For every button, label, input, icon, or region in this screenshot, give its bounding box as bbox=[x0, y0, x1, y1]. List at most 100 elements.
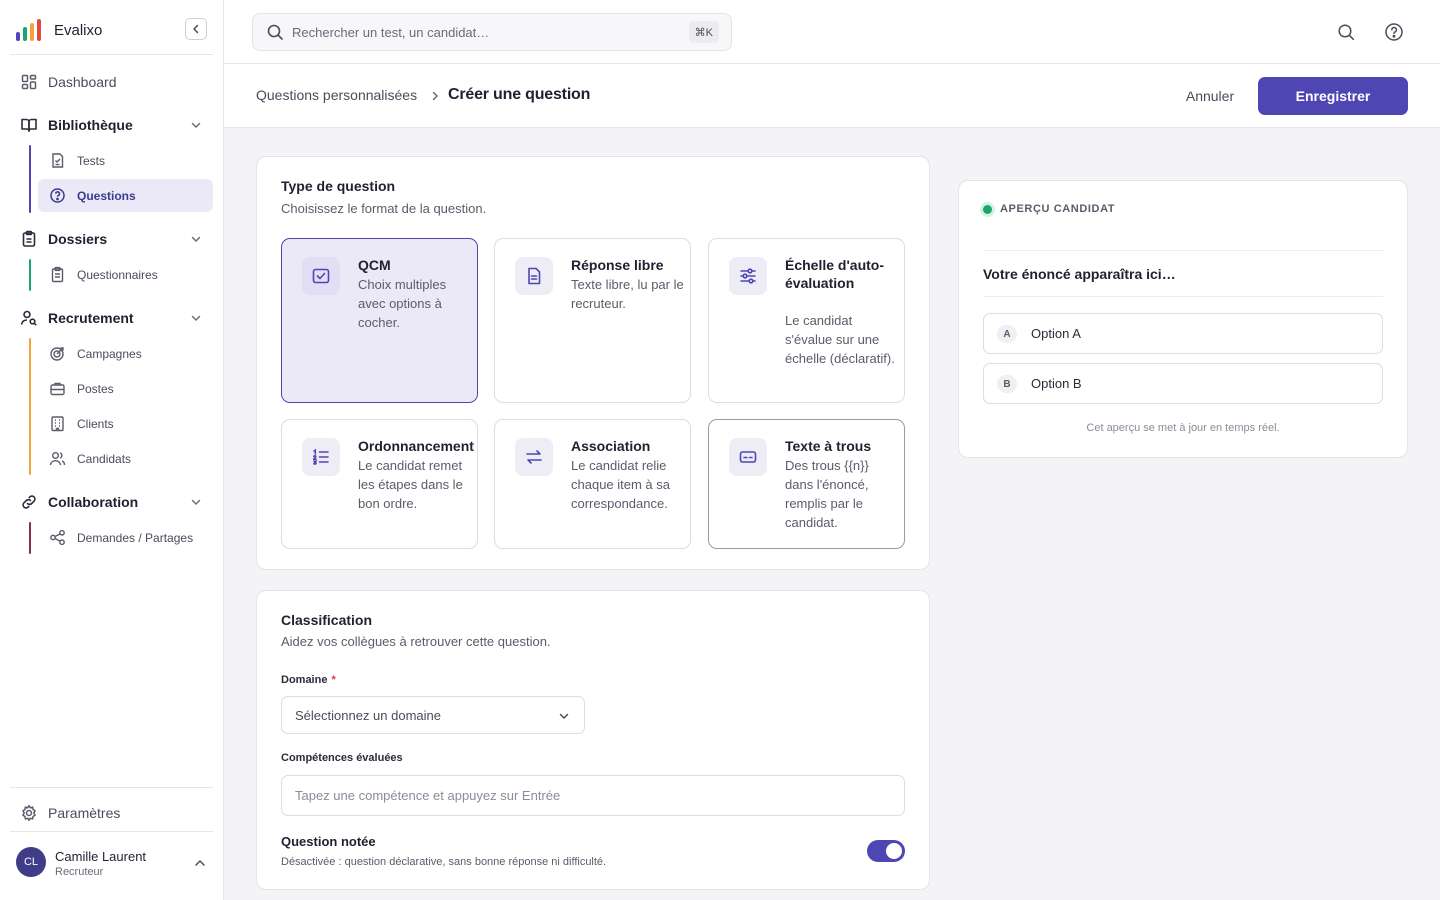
search-bar[interactable]: ⌘K bbox=[252, 13, 732, 51]
type-description: Texte libre, lu par le recruteur. bbox=[571, 277, 684, 311]
briefcase-icon bbox=[50, 382, 65, 396]
checklist-doc-icon bbox=[52, 153, 64, 168]
classification-card: Classification Aidez vos collègues à ret… bbox=[256, 590, 930, 890]
sidebar-item-label: Candidats bbox=[77, 451, 132, 466]
type-title: Ordonnancement bbox=[358, 438, 474, 454]
group-accent-line bbox=[29, 145, 31, 213]
search-icon bbox=[267, 24, 283, 40]
section-title: Classification bbox=[281, 612, 373, 628]
nav-group-recrutement[interactable]: Recrutement bbox=[10, 303, 213, 333]
sidebar-item-campagnes[interactable]: Campagnes bbox=[38, 337, 213, 370]
type-title: Réponse libre bbox=[571, 257, 664, 273]
nav-group-label: Bibliothèque bbox=[48, 117, 133, 133]
brand-name: Evalixo bbox=[54, 21, 103, 39]
clipboard-icon bbox=[22, 230, 36, 247]
user-menu[interactable]: CL Camille Laurent Recruteur bbox=[16, 846, 212, 880]
type-option-association[interactable]: Association Le candidat relie chaque ite… bbox=[494, 419, 691, 549]
divider bbox=[983, 296, 1383, 297]
option-letter: B bbox=[997, 375, 1017, 393]
target-icon bbox=[50, 347, 64, 361]
type-option-reponse-libre[interactable]: Réponse libre Texte libre, lu par le rec… bbox=[494, 238, 691, 403]
type-description: Le candidat remet les étapes dans le bon… bbox=[358, 458, 463, 511]
sidebar-item-postes[interactable]: Postes bbox=[38, 372, 213, 405]
type-option-ordonnancement[interactable]: Ordonnancement Le candidat remet les éta… bbox=[281, 419, 478, 549]
nav-group-dossiers[interactable]: Dossiers bbox=[10, 224, 213, 254]
sidebar: Evalixo Dashboard Bibliothèque Tests Que… bbox=[0, 0, 224, 900]
divider bbox=[10, 787, 213, 788]
chevron-down-icon bbox=[191, 499, 201, 506]
collapse-sidebar-button[interactable] bbox=[185, 18, 207, 40]
checkbox-icon bbox=[302, 257, 340, 295]
divider bbox=[983, 250, 1383, 251]
search-input[interactable] bbox=[292, 24, 672, 40]
type-title: Texte à trous bbox=[785, 438, 872, 454]
sliders-icon bbox=[729, 257, 767, 295]
preview-option[interactable]: A Option A bbox=[983, 313, 1383, 354]
users-icon bbox=[49, 452, 66, 466]
breadcrumb-parent[interactable]: Questions personnalisées bbox=[256, 87, 417, 103]
type-option-echelle[interactable]: Échelle d'auto-évaluation Le candidat s'… bbox=[708, 238, 905, 403]
skills-input[interactable] bbox=[281, 775, 905, 816]
nav-group-bibliotheque[interactable]: Bibliothèque bbox=[10, 110, 213, 140]
type-description: Des trous {{n}} dans l'énoncé, remplis p… bbox=[785, 458, 869, 530]
nav-dashboard[interactable]: Dashboard bbox=[10, 65, 213, 99]
section-title: Type de question bbox=[281, 178, 396, 194]
question-type-card: Type de question Choisissez le format de… bbox=[256, 156, 930, 570]
ordered-list-icon bbox=[302, 438, 340, 476]
domain-select[interactable]: Sélectionnez un domaine bbox=[281, 696, 585, 734]
question-circle-icon bbox=[50, 188, 65, 203]
toggle-knob bbox=[886, 843, 902, 859]
user-search-icon bbox=[20, 310, 37, 326]
sidebar-item-label: Campagnes bbox=[77, 346, 142, 361]
type-title: Association bbox=[571, 438, 651, 454]
domain-label: Domaine * bbox=[281, 674, 336, 686]
skills-label: Compétences évaluées bbox=[281, 752, 403, 764]
sidebar-item-tests[interactable]: Tests bbox=[38, 144, 213, 177]
graded-toggle[interactable] bbox=[867, 840, 905, 862]
type-description: Choix multiples avec options à cocher. bbox=[358, 277, 447, 330]
sidebar-item-label: Demandes / Partages bbox=[77, 530, 194, 545]
search-icon[interactable] bbox=[1336, 22, 1356, 42]
candidate-preview-card: APERÇU CANDIDAT Votre énoncé apparaîtra … bbox=[958, 180, 1408, 458]
chevron-right-icon bbox=[432, 91, 439, 101]
chevron-down-icon bbox=[559, 713, 569, 720]
type-option-texte-a-trous[interactable]: Texte à trous Des trous {{n}} dans l'éno… bbox=[708, 419, 905, 549]
brand[interactable]: Evalixo bbox=[16, 18, 102, 42]
sidebar-item-label: Postes bbox=[77, 381, 114, 396]
type-description: Le candidat relie chaque item à sa corre… bbox=[571, 458, 671, 511]
building-icon bbox=[51, 416, 64, 432]
bar-chart-logo-icon bbox=[16, 19, 41, 41]
topbar: ⌘K bbox=[224, 0, 1440, 64]
sidebar-item-demandes-partages[interactable]: Demandes / Partages bbox=[38, 521, 213, 554]
group-accent-line bbox=[29, 338, 31, 475]
nav-settings[interactable]: Paramètres bbox=[10, 800, 213, 826]
input-blank-icon bbox=[729, 438, 767, 476]
save-button[interactable]: Enregistrer bbox=[1258, 77, 1408, 115]
user-role: Recruteur bbox=[55, 866, 104, 878]
nav-settings-label: Paramètres bbox=[48, 805, 121, 821]
nav-dashboard-label: Dashboard bbox=[48, 74, 117, 90]
sidebar-item-label: Tests bbox=[77, 153, 106, 168]
help-icon[interactable] bbox=[1384, 22, 1404, 42]
sidebar-item-candidats[interactable]: Candidats bbox=[38, 442, 213, 475]
nav-group-collaboration[interactable]: Collaboration bbox=[10, 487, 213, 517]
section-subtitle: Choisissez le format de la question. bbox=[281, 201, 487, 216]
section-subtitle: Aidez vos collègues à retrouver cette qu… bbox=[281, 634, 551, 649]
sidebar-item-clients[interactable]: Clients bbox=[38, 407, 213, 440]
type-title: QCM bbox=[358, 257, 391, 273]
type-option-qcm[interactable]: QCM Choix multiples avec options à coche… bbox=[281, 238, 478, 403]
preview-option[interactable]: B Option B bbox=[983, 363, 1383, 404]
sidebar-item-label: Questionnaires bbox=[77, 267, 158, 282]
cancel-button[interactable]: Annuler bbox=[1176, 77, 1244, 115]
type-title: Échelle d'auto-évaluation bbox=[785, 257, 885, 291]
group-accent-line bbox=[29, 522, 31, 554]
sidebar-item-questions[interactable]: Questions bbox=[38, 179, 213, 212]
preview-heading: APERÇU CANDIDAT bbox=[1000, 203, 1116, 215]
chevron-left-icon bbox=[193, 24, 199, 34]
sidebar-item-label: Questions bbox=[77, 188, 136, 203]
sidebar-item-questionnaires[interactable]: Questionnaires bbox=[38, 258, 213, 291]
preview-statement: Votre énoncé apparaîtra ici… bbox=[983, 266, 1176, 282]
type-description: Le candidat s'évalue sur une échelle (dé… bbox=[785, 313, 895, 366]
chevron-down-icon bbox=[191, 236, 201, 243]
chevron-down-icon bbox=[191, 315, 201, 322]
